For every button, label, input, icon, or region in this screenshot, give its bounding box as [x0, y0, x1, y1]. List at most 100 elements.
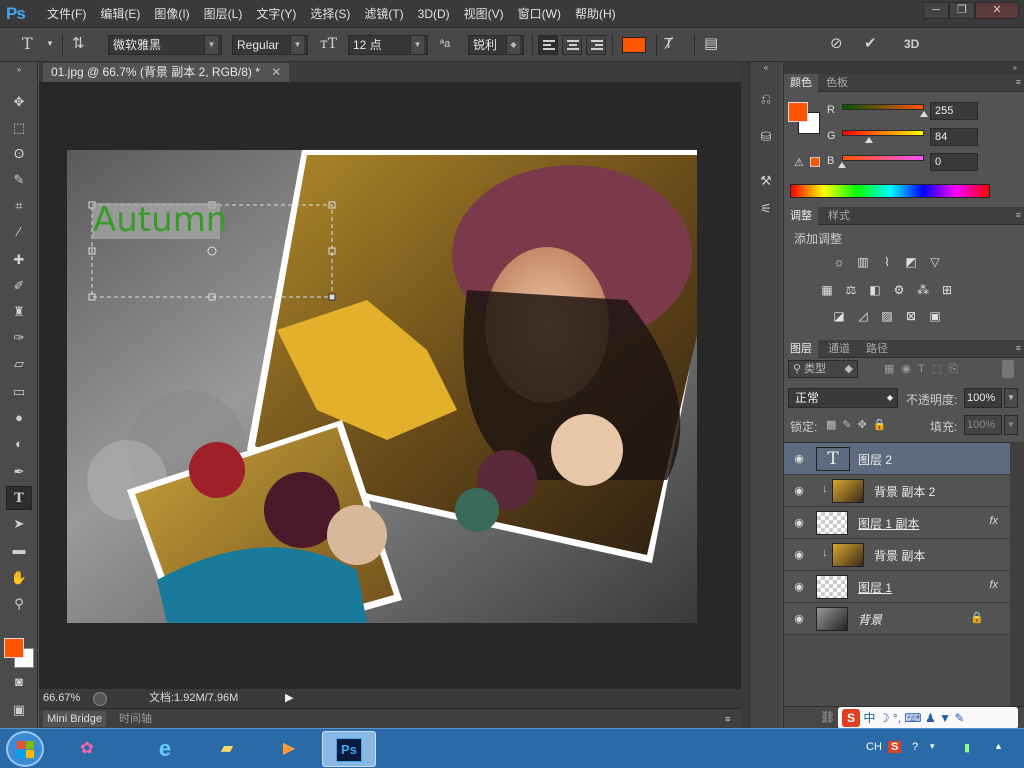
clone-stamp-tool-icon[interactable]: ♜ [6, 300, 32, 324]
document-tab[interactable]: 01.jpg @ 66.7% (背景 副本 2, RGB/8) * ✕ [43, 63, 290, 82]
menu-file[interactable]: 文件(F) [40, 0, 93, 28]
gradient-tool-icon[interactable]: ▭ [6, 380, 32, 404]
layer-row[interactable]: ◉ 图层 1 fx [784, 571, 1010, 603]
character-panel-icon[interactable]: ▤ [704, 34, 718, 56]
status-menu-icon[interactable] [93, 692, 107, 706]
brightness-contrast-icon[interactable]: ☼ [830, 254, 848, 270]
opacity-input[interactable]: 100% [964, 388, 1002, 408]
minimize-button[interactable]: ─ [923, 2, 949, 19]
toggle-orientation-icon[interactable]: ⇅ [72, 34, 85, 56]
menu-image[interactable]: 图像(I) [147, 0, 196, 28]
close-button[interactable]: ✕ [975, 2, 1019, 19]
media-player-icon[interactable]: ▶ [262, 731, 316, 767]
gradient-map-icon[interactable]: ⊠ [902, 308, 920, 324]
tab-adjustments[interactable]: 调整 [784, 207, 818, 225]
filter-toggle-switch[interactable] [1002, 360, 1014, 378]
eye-icon[interactable]: ◉ [792, 580, 806, 594]
menu-type[interactable]: 文字(Y) [249, 0, 303, 28]
link-layers-icon[interactable]: ⛓ [820, 710, 835, 724]
layer-row[interactable]: ◉ 背景 🔒 [784, 603, 1010, 635]
tab-layers[interactable]: 图层 [784, 340, 818, 358]
menu-help[interactable]: 帮助(H) [568, 0, 623, 28]
tab-swatches[interactable]: 色板 [820, 74, 854, 92]
curves-icon[interactable]: ⌇ [878, 254, 896, 270]
status-arrow-icon[interactable]: ▶ [285, 689, 293, 708]
tool-presets-icon[interactable]: ⚒ [755, 170, 777, 192]
color-balance-icon[interactable]: ⚖ [842, 282, 860, 298]
layers-scrollbar[interactable] [1010, 442, 1024, 706]
foreground-color-chip[interactable] [788, 102, 808, 122]
screen-mode-icon[interactable]: ▣ [6, 698, 32, 722]
r-value[interactable]: 255 [930, 102, 978, 120]
vertical-scrollbar[interactable] [741, 62, 749, 728]
timeline-tab[interactable]: 时间轴 [115, 711, 156, 727]
dodge-tool-icon[interactable]: ◐ [6, 432, 32, 456]
picasa-icon[interactable]: ✿ [60, 731, 114, 767]
g-slider[interactable] [842, 130, 924, 136]
menu-filter[interactable]: 滤镜(T) [357, 0, 410, 28]
panel-menu-icon[interactable]: ≡ [1016, 343, 1021, 353]
crop-tool-icon[interactable]: ⌗ [6, 194, 32, 218]
posterize-icon[interactable]: ◿ [854, 308, 872, 324]
lock-options-icons[interactable]: ▩✎✥🔒 [826, 418, 893, 431]
history-brush-tool-icon[interactable]: ✑ [6, 326, 32, 350]
threshold-icon[interactable]: ▨ [878, 308, 896, 324]
restore-button[interactable]: ❐ [949, 2, 975, 19]
ime-toolbar[interactable]: S 中 ☽ °, ⌨ ♟ ▼ ✎ [838, 707, 1018, 729]
color-chips[interactable] [4, 638, 34, 668]
close-tab-icon[interactable]: ✕ [271, 65, 281, 79]
help-icon[interactable]: ? [912, 741, 918, 753]
quick-select-tool-icon[interactable]: ✎ [6, 168, 32, 192]
fx-badge[interactable]: fx [989, 515, 998, 527]
eye-icon[interactable]: ◉ [792, 612, 806, 626]
3d-button[interactable]: 3D [904, 34, 919, 56]
tab-paths[interactable]: 路径 [860, 340, 894, 358]
panel-menu-icon[interactable]: ≡ [1016, 210, 1021, 220]
antialias-select[interactable]: 锐利 ◆ [468, 35, 524, 55]
eye-icon[interactable]: ◉ [792, 484, 806, 498]
image-canvas[interactable]: Autumn [67, 150, 697, 623]
menu-select[interactable]: 选择(S) [303, 0, 357, 28]
layer-filter-icons[interactable]: ▦◉T⬚⎘ [884, 362, 965, 376]
menu-3d[interactable]: 3D(D) [411, 0, 457, 28]
transform-handle[interactable] [328, 293, 336, 301]
menu-window[interactable]: 窗口(W) [511, 0, 568, 28]
fill-input[interactable]: 100% [964, 415, 1002, 435]
eraser-tool-icon[interactable]: ▱ [6, 352, 32, 376]
blur-tool-icon[interactable]: ● [6, 406, 32, 430]
zoom-tool-icon[interactable]: ⚲ [6, 592, 32, 616]
selective-color-icon[interactable]: ▣ [926, 308, 944, 324]
b-slider-thumb[interactable] [838, 162, 846, 168]
channel-mixer-icon[interactable]: ⁂ [914, 282, 932, 298]
font-style-select[interactable]: Regular ▼ [232, 35, 308, 55]
battery-icon[interactable]: ▮ [964, 741, 970, 754]
zoom-level[interactable]: 66.67% [43, 689, 80, 708]
menu-edit[interactable]: 编辑(E) [93, 0, 147, 28]
path-select-tool-icon[interactable]: ➤ [6, 512, 32, 536]
layer-row[interactable]: ◉ 图层 1 副本 fx [784, 507, 1010, 539]
move-tool-icon[interactable]: ✥ [6, 90, 32, 114]
collapse-icon[interactable]: » [6, 65, 32, 75]
chevron-down-icon[interactable]: ▼ [46, 34, 54, 56]
photoshop-taskbar-button[interactable]: Ps [322, 731, 376, 767]
eye-icon[interactable]: ◉ [792, 516, 806, 530]
text-color-swatch[interactable] [622, 37, 646, 53]
layer-row[interactable]: ◉ ↓ 背景 副本 2 [784, 475, 1010, 507]
b-slider[interactable] [842, 155, 924, 161]
layer-row[interactable]: ◉ T 图层 2 [784, 443, 1010, 475]
align-center-button[interactable] [562, 35, 582, 55]
healing-brush-tool-icon[interactable]: ✚ [6, 248, 32, 272]
collapse-icon[interactable]: » [784, 62, 1024, 74]
mini-bridge-tab[interactable]: Mini Bridge [43, 711, 107, 727]
file-explorer-icon[interactable]: ▰ [200, 731, 254, 767]
pen-tool-icon[interactable]: ✒ [6, 460, 32, 484]
gamut-warning-icon[interactable]: ⚠ [794, 156, 804, 169]
tab-color[interactable]: 颜色 [784, 74, 818, 92]
lasso-tool-icon[interactable]: ʘ [6, 142, 32, 166]
foreground-color-swatch[interactable] [4, 638, 24, 658]
show-hidden-icons[interactable]: ▲ [994, 741, 1003, 751]
photo-filter-icon[interactable]: ⚙ [890, 282, 908, 298]
black-white-icon[interactable]: ◧ [866, 282, 884, 298]
g-value[interactable]: 84 [930, 128, 978, 146]
warp-text-icon[interactable]: Ⱦ [664, 34, 673, 56]
